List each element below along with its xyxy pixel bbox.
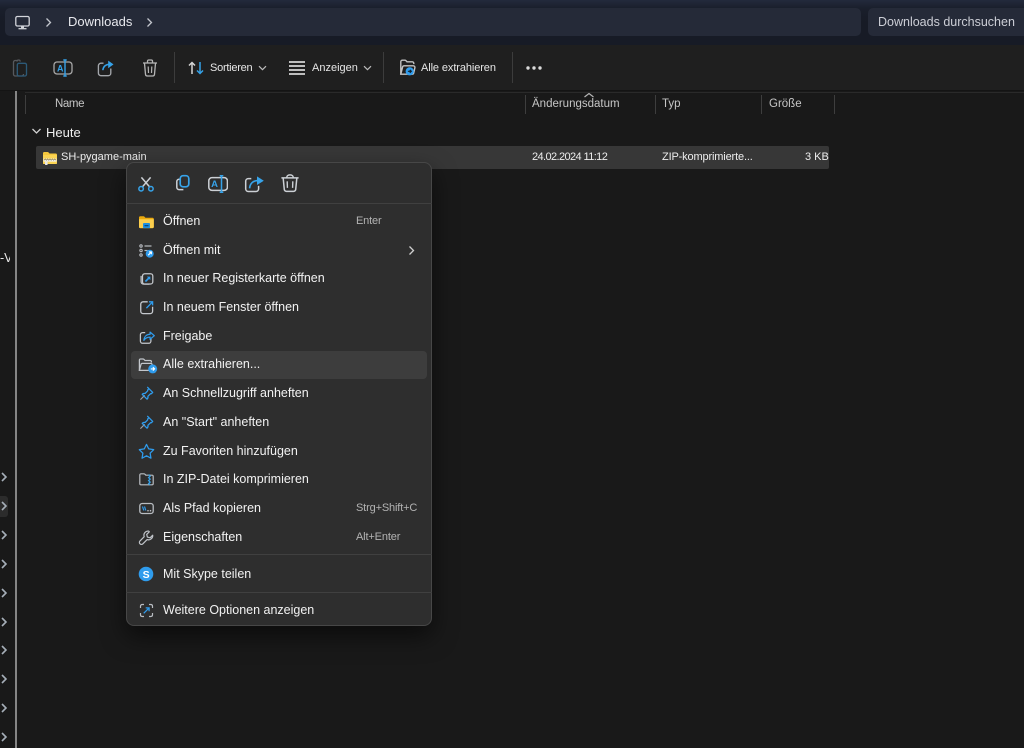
svg-text:A: A bbox=[57, 64, 64, 74]
svg-text:A: A bbox=[211, 179, 218, 190]
svg-text:S: S bbox=[143, 569, 150, 581]
